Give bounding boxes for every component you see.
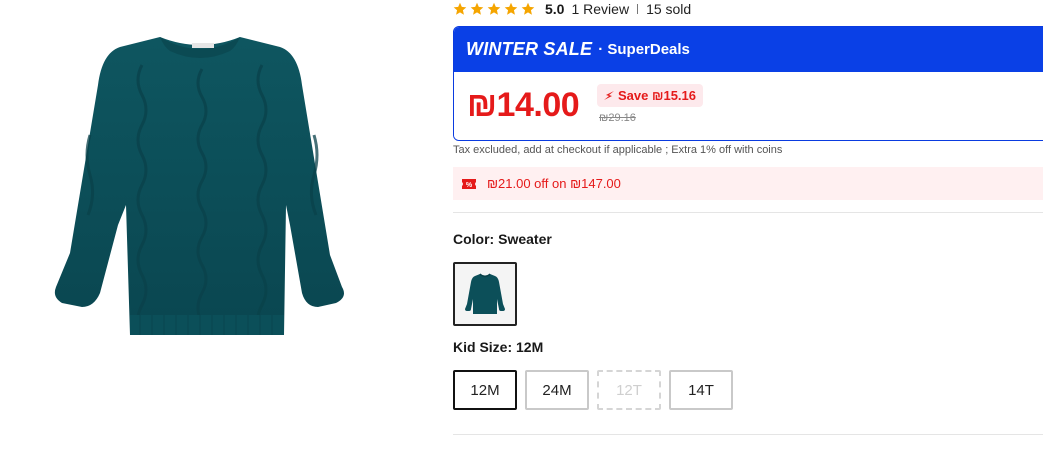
star-icon [521, 2, 535, 15]
tax-note: Tax excluded, add at checkout if applica… [453, 144, 783, 156]
rating-stars [453, 2, 535, 16]
rating-row[interactable]: 5.0 1 Review 15 sold [453, 0, 691, 18]
superdeals-box: WINTER SALE · SuperDeals ₪14.00 Save ₪15… [453, 26, 1043, 141]
size-option-24m[interactable]: 24M [525, 370, 589, 410]
coupon-text: ₪21.00 off on ₪147.00 [487, 176, 621, 191]
svg-text:%: % [466, 182, 473, 189]
section-divider [453, 434, 1043, 435]
superdeals-label: · SuperDeals [598, 41, 690, 58]
section-divider [453, 212, 1043, 213]
star-icon [470, 2, 484, 15]
reviews-link[interactable]: 1 Review [571, 1, 629, 17]
winter-sale-label: WINTER SALE [466, 39, 593, 59]
star-icon [487, 2, 501, 15]
deal-body: ₪14.00 Save ₪15.16 ₪29.16 [454, 72, 1043, 140]
color-label: Color: Sweater [453, 231, 552, 247]
rating-value: 5.0 [545, 1, 565, 17]
color-swatch-sweater[interactable] [453, 262, 517, 326]
size-option-12m[interactable]: 12M [453, 370, 517, 410]
sweater-image-icon [54, 37, 344, 335]
product-image [30, 25, 370, 345]
size-options: 12M 24M 12T 14T [453, 370, 733, 410]
size-option-12t[interactable]: 12T [597, 370, 661, 410]
arrow-down-icon [604, 91, 614, 100]
size-option-14t[interactable]: 14T [669, 370, 733, 410]
coupon-icon: % [462, 178, 476, 189]
save-badge: Save ₪15.16 [597, 84, 703, 107]
sweater-swatch-icon [465, 273, 505, 314]
size-label: Kid Size: 12M [453, 339, 544, 355]
deal-header: WINTER SALE · SuperDeals [454, 27, 1043, 72]
current-price: ₪14.00 [467, 86, 580, 124]
coupon-bar[interactable]: % ₪21.00 off on ₪147.00 [453, 167, 1043, 200]
save-amount: Save ₪15.16 [618, 88, 696, 103]
sold-count: 15 sold [646, 1, 692, 17]
star-icon [504, 2, 518, 15]
original-price: ₪29.16 [599, 112, 636, 124]
divider [637, 4, 639, 14]
star-icon [453, 2, 467, 15]
